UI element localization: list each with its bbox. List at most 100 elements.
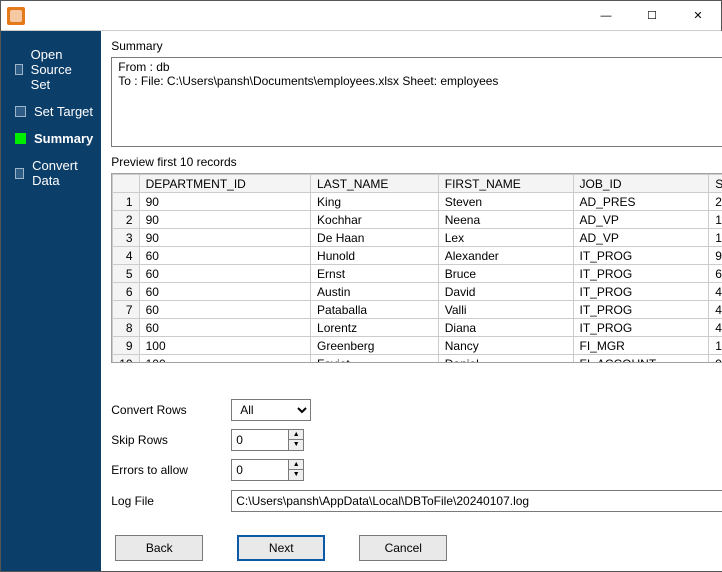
- skip-rows-input[interactable]: [231, 429, 289, 451]
- cell[interactable]: Nancy: [438, 337, 573, 355]
- cell[interactable]: 17000: [709, 211, 722, 229]
- cell[interactable]: 60: [139, 265, 310, 283]
- cell[interactable]: Ernst: [311, 265, 439, 283]
- rownum-cell: 10: [113, 355, 139, 364]
- table-row[interactable]: 9100GreenbergNancyFI_MGR12000NGREENBE101: [113, 337, 722, 355]
- cell[interactable]: 60: [139, 301, 310, 319]
- wizard-steps-sidebar: Open Source Set Set Target Summary Conve…: [1, 31, 101, 571]
- cell[interactable]: 90: [139, 211, 310, 229]
- cancel-button[interactable]: Cancel: [359, 535, 447, 561]
- titlebar: — ☐ ✕: [1, 1, 721, 31]
- cell[interactable]: 9000: [709, 355, 722, 364]
- cell[interactable]: Bruce: [438, 265, 573, 283]
- back-button[interactable]: Back: [115, 535, 203, 561]
- skip-rows-spinner[interactable]: ▲▼: [289, 429, 304, 451]
- cell[interactable]: 60: [139, 283, 310, 301]
- cell[interactable]: IT_PROG: [573, 283, 709, 301]
- cell[interactable]: AD_VP: [573, 211, 709, 229]
- cell[interactable]: Alexander: [438, 247, 573, 265]
- cell[interactable]: Daniel: [438, 355, 573, 364]
- rownum-cell: 6: [113, 283, 139, 301]
- cell[interactable]: Diana: [438, 319, 573, 337]
- cell[interactable]: King: [311, 193, 439, 211]
- table-row[interactable]: 290KochharNeenaAD_VP17000NKOCHHAR100: [113, 211, 722, 229]
- table-row[interactable]: 860LorentzDianaIT_PROG4200DLORENTZ103: [113, 319, 722, 337]
- cell[interactable]: 12000: [709, 337, 722, 355]
- cell[interactable]: 60: [139, 319, 310, 337]
- cell[interactable]: 4800: [709, 301, 722, 319]
- cell[interactable]: IT_PROG: [573, 301, 709, 319]
- cell[interactable]: 17000: [709, 229, 722, 247]
- table-row[interactable]: 660AustinDavidIT_PROG4800DAUSTIN103: [113, 283, 722, 301]
- cell[interactable]: 4200: [709, 319, 722, 337]
- step-indicator-icon: [15, 64, 23, 75]
- errors-spinner[interactable]: ▲▼: [289, 459, 304, 481]
- table-row[interactable]: 10100FavietDanielFI_ACCOUNT9000DFAVIET10…: [113, 355, 722, 364]
- rownum-cell: 8: [113, 319, 139, 337]
- maximize-button[interactable]: ☐: [629, 1, 675, 31]
- cell[interactable]: FI_MGR: [573, 337, 709, 355]
- convert-rows-label: Convert Rows: [111, 403, 221, 417]
- column-header[interactable]: SALARY: [709, 175, 722, 193]
- convert-rows-select[interactable]: All: [231, 399, 311, 421]
- summary-textarea[interactable]: From : db To : File: C:\Users\pansh\Docu…: [111, 57, 722, 147]
- step-label: Open Source Set: [31, 47, 94, 92]
- logfile-label: Log File: [111, 494, 221, 508]
- cell[interactable]: Pataballa: [311, 301, 439, 319]
- table-row[interactable]: 560ErnstBruceIT_PROG6000BERNST103: [113, 265, 722, 283]
- rownum-cell: 3: [113, 229, 139, 247]
- cell[interactable]: 90: [139, 193, 310, 211]
- rownum-cell: 4: [113, 247, 139, 265]
- cell[interactable]: Neena: [438, 211, 573, 229]
- cell[interactable]: Valli: [438, 301, 573, 319]
- cell[interactable]: Kochhar: [311, 211, 439, 229]
- rownum-cell: 7: [113, 301, 139, 319]
- errors-input[interactable]: [231, 459, 289, 481]
- step-convert-data[interactable]: Convert Data: [1, 152, 101, 194]
- rownum-cell: 1: [113, 193, 139, 211]
- cell[interactable]: De Haan: [311, 229, 439, 247]
- cell[interactable]: 6000: [709, 265, 722, 283]
- cell[interactable]: FI_ACCOUNT: [573, 355, 709, 364]
- next-button[interactable]: Next: [237, 535, 325, 561]
- cell[interactable]: AD_PRES: [573, 193, 709, 211]
- minimize-button[interactable]: —: [583, 1, 629, 31]
- column-header[interactable]: JOB_ID: [573, 175, 709, 193]
- cell[interactable]: Lex: [438, 229, 573, 247]
- cell[interactable]: 90: [139, 229, 310, 247]
- cell[interactable]: 100: [139, 337, 310, 355]
- cell[interactable]: IT_PROG: [573, 247, 709, 265]
- column-header[interactable]: LAST_NAME: [311, 175, 439, 193]
- rownum-header: [113, 175, 139, 193]
- column-header[interactable]: FIRST_NAME: [438, 175, 573, 193]
- cell[interactable]: David: [438, 283, 573, 301]
- cell[interactable]: IT_PROG: [573, 265, 709, 283]
- errors-label: Errors to allow: [111, 463, 221, 477]
- step-open-source-set[interactable]: Open Source Set: [1, 41, 101, 98]
- cell[interactable]: Austin: [311, 283, 439, 301]
- cell[interactable]: 9000: [709, 247, 722, 265]
- cell[interactable]: 24000: [709, 193, 722, 211]
- table-row[interactable]: 190KingStevenAD_PRES24000SKINGnull: [113, 193, 722, 211]
- cell[interactable]: Lorentz: [311, 319, 439, 337]
- step-summary[interactable]: Summary: [1, 125, 101, 152]
- table-row[interactable]: 390De HaanLexAD_VP17000LDEHAAN100: [113, 229, 722, 247]
- cell[interactable]: 100: [139, 355, 310, 364]
- cell[interactable]: Faviet: [311, 355, 439, 364]
- close-button[interactable]: ✕: [675, 1, 721, 31]
- cell[interactable]: Greenberg: [311, 337, 439, 355]
- horizontal-scrollbar[interactable]: [111, 371, 722, 389]
- cell[interactable]: Steven: [438, 193, 573, 211]
- cell[interactable]: IT_PROG: [573, 319, 709, 337]
- cell[interactable]: 4800: [709, 283, 722, 301]
- table-row[interactable]: 460HunoldAlexanderIT_PROG9000AHUNOLD102: [113, 247, 722, 265]
- summary-from-line: From : db: [118, 60, 722, 74]
- cell[interactable]: 60: [139, 247, 310, 265]
- step-set-target[interactable]: Set Target: [1, 98, 101, 125]
- column-header[interactable]: DEPARTMENT_ID: [139, 175, 310, 193]
- logfile-input[interactable]: [231, 490, 722, 512]
- cell[interactable]: AD_VP: [573, 229, 709, 247]
- table-row[interactable]: 760PataballaValliIT_PROG4800VPATABAL103: [113, 301, 722, 319]
- preview-grid[interactable]: DEPARTMENT_IDLAST_NAMEFIRST_NAMEJOB_IDSA…: [111, 173, 722, 363]
- cell[interactable]: Hunold: [311, 247, 439, 265]
